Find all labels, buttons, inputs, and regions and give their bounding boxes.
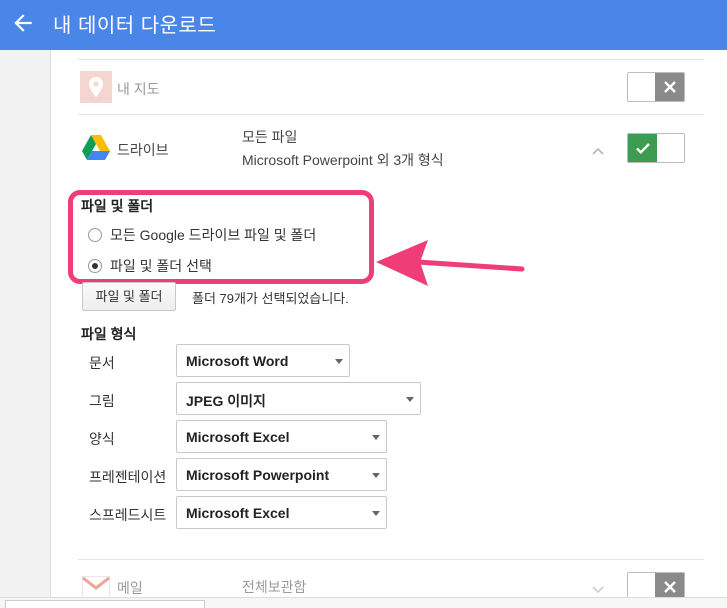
format-label-drawings: 그림	[89, 393, 115, 409]
format-select-drawings[interactable]: JPEG 이미지	[176, 382, 421, 415]
bottom-field[interactable]	[5, 600, 205, 608]
format-value-presentations: Microsoft Powerpoint	[186, 467, 330, 483]
divider	[78, 114, 704, 115]
divider	[78, 559, 704, 560]
dropdown-caret-icon	[335, 359, 343, 364]
collapse-chevron[interactable]	[591, 143, 605, 161]
chevron-down-icon	[592, 586, 604, 594]
check-icon	[636, 143, 650, 155]
drive-toggle[interactable]	[627, 133, 685, 163]
dropdown-caret-icon	[372, 435, 380, 440]
format-value-drawings: JPEG 이미지	[186, 393, 266, 409]
format-label-docs: 문서	[89, 355, 115, 371]
drive-scope: 모든 파일	[242, 129, 298, 145]
format-select-presentations[interactable]: Microsoft Powerpoint	[176, 458, 387, 491]
dropdown-caret-icon	[372, 511, 380, 516]
toggle-on-knob	[628, 134, 657, 162]
app-header: 내 데이터 다운로드	[0, 0, 727, 50]
dropdown-caret-icon	[406, 397, 414, 402]
format-select-forms[interactable]: Microsoft Excel	[176, 420, 387, 453]
back-button[interactable]	[10, 10, 36, 36]
toggle-off-knob	[655, 73, 684, 101]
format-label-spreadsheets: 스프레드시트	[89, 507, 167, 523]
format-label-presentations: 프레젠테이션	[89, 469, 167, 485]
format-select-docs[interactable]: Microsoft Word	[176, 344, 350, 377]
page-title: 내 데이터 다운로드	[53, 15, 217, 37]
service-name-drive: 드라이브	[117, 142, 169, 158]
annotation-arrow-icon	[376, 240, 525, 286]
drive-formats-summary: Microsoft Powerpoint 외 3개 형식	[242, 152, 444, 168]
format-label-forms: 양식	[89, 431, 115, 447]
select-files-folders-button[interactable]: 파일 및 폴더	[82, 282, 176, 311]
service-name-mail: 메일	[117, 580, 143, 596]
selection-note: 폴더 79개가 선택되었습니다.	[192, 291, 349, 306]
maps-pin-icon	[80, 71, 112, 108]
divider	[78, 59, 704, 60]
close-icon	[664, 581, 676, 593]
highlight-annotation-box	[68, 190, 374, 284]
format-select-spreadsheets[interactable]: Microsoft Excel	[176, 496, 387, 529]
file-format-title: 파일 형식	[81, 326, 137, 342]
format-value-forms: Microsoft Excel	[186, 429, 290, 445]
drive-logo-icon	[82, 135, 110, 165]
format-value-docs: Microsoft Word	[186, 353, 289, 369]
service-name-maps: 내 지도	[117, 81, 160, 97]
dropdown-caret-icon	[372, 473, 380, 478]
mail-scope: 전체보관함	[242, 579, 307, 595]
maps-toggle[interactable]	[627, 72, 685, 102]
chevron-up-icon	[592, 147, 604, 155]
arrow-back-icon	[14, 14, 32, 32]
format-value-spreadsheets: Microsoft Excel	[186, 505, 290, 521]
close-icon	[664, 81, 676, 93]
